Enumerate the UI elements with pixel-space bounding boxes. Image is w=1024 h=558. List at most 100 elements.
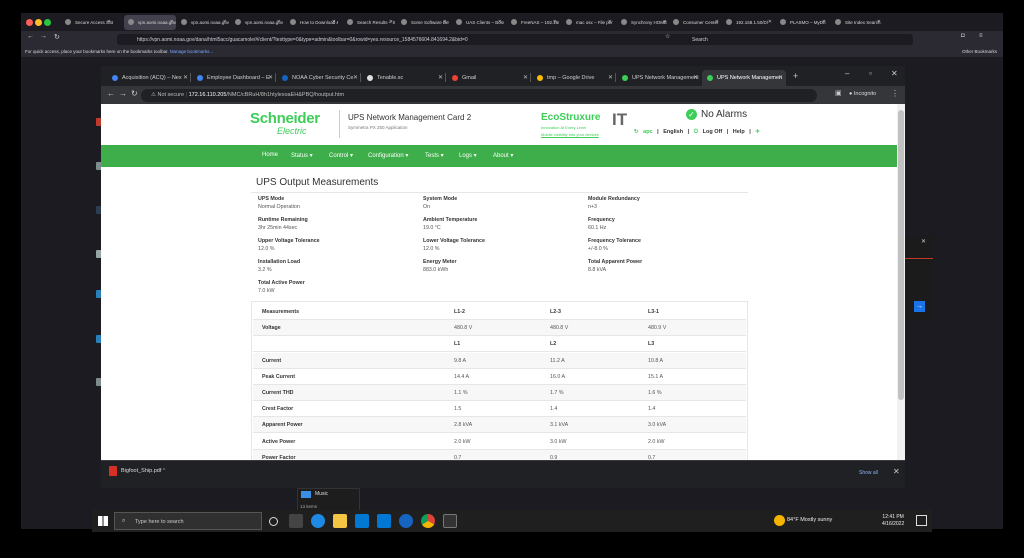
task-view-icon[interactable] xyxy=(289,514,303,528)
firefox-tab[interactable]: vpn.aomi.noaa.gov ✕ xyxy=(177,15,229,30)
close-tab-icon[interactable]: ✕ xyxy=(523,74,528,81)
close-window-icon[interactable] xyxy=(26,19,33,26)
ecostruxure-logo[interactable]: EcoStruxure xyxy=(541,112,600,123)
show-all-link[interactable]: Show all xyxy=(859,470,878,476)
music-thumbnail[interactable]: Music 13 items xyxy=(297,488,360,512)
close-tab-icon[interactable]: ✕ xyxy=(822,19,826,25)
firefox-tab[interactable]: Synchrony HOME ✕ xyxy=(617,15,669,30)
close-tab-icon[interactable]: ✕ xyxy=(663,19,667,25)
ie-icon[interactable] xyxy=(399,514,413,528)
chrome-menu-icon[interactable]: ⋮ xyxy=(891,89,899,98)
firefox-tab[interactable]: 192.168.1.50/Dl ✕ xyxy=(722,15,774,30)
firefox-tab[interactable]: UAS Clients – Boss ✕ xyxy=(452,15,504,30)
chrome-tab[interactable]: Tenable.sc ✕ xyxy=(362,70,446,86)
alarm-status[interactable]: No Alarms xyxy=(701,109,747,120)
schneider-logo[interactable]: Schneider xyxy=(250,110,320,127)
edge-icon[interactable] xyxy=(311,514,325,528)
menu-about[interactable]: About ▾ xyxy=(493,152,513,159)
clock[interactable]: 12:41 PM 4/16/2022 xyxy=(882,514,904,528)
forward-icon[interactable]: → xyxy=(40,33,47,40)
close-tab-icon[interactable]: ✕ xyxy=(693,74,698,81)
menu-status[interactable]: Status ▾ xyxy=(291,152,313,159)
close-tab-icon[interactable]: ✕ xyxy=(768,19,772,25)
minimize-icon[interactable]: – xyxy=(845,69,849,78)
ecostruxure-link[interactable]: Mobile visibility into your devices xyxy=(541,132,599,137)
chrome-icon[interactable] xyxy=(421,514,435,528)
reload-icon[interactable]: ↻ xyxy=(54,33,60,41)
cortana-icon[interactable] xyxy=(269,517,278,526)
firefox-tab[interactable]: PLASMO – MyDri ✕ xyxy=(776,15,828,30)
close-icon[interactable]: ✕ xyxy=(921,238,926,245)
page-scrollbar[interactable] xyxy=(897,104,905,460)
close-tab-icon[interactable]: ✕ xyxy=(332,19,336,25)
close-tab-icon[interactable]: ✕ xyxy=(778,74,783,81)
close-tab-icon[interactable]: ✕ xyxy=(170,19,174,25)
firefox-tab[interactable]: vpn.aomi.noaa.gov/✕ xyxy=(124,15,176,30)
chrome-tab[interactable]: UPS Network Management ✕ xyxy=(617,70,701,86)
close-tab-icon[interactable]: ✕ xyxy=(277,19,281,25)
minimize-window-icon[interactable] xyxy=(35,19,42,26)
chrome-tab[interactable]: Employee Dashboard – E ✕ xyxy=(192,70,276,86)
chrome-tab[interactable]: tmp – Google Drive ✕ xyxy=(532,70,616,86)
close-icon[interactable]: ✕ xyxy=(893,467,900,476)
refresh-icon[interactable]: ↻ xyxy=(634,129,639,135)
reload-icon[interactable]: ↻ xyxy=(131,89,138,98)
help-link[interactable]: Help xyxy=(733,129,745,135)
chevron-up-icon[interactable]: ^ xyxy=(163,468,166,474)
firefox-tab[interactable]: Search Results – Ser✕ xyxy=(343,15,395,30)
firefox-search-field[interactable]: Search xyxy=(678,34,913,45)
forward-icon[interactable]: → xyxy=(119,89,127,98)
firefox-tab[interactable]: How to Download & K✕ xyxy=(286,15,338,30)
close-tab-icon[interactable]: ✕ xyxy=(608,74,613,81)
menu-configuration[interactable]: Configuration ▾ xyxy=(368,152,408,159)
close-tab-icon[interactable]: ✕ xyxy=(443,19,447,25)
chrome-tab[interactable]: NOAA Cyber Security Ce ✕ xyxy=(277,70,361,86)
bookmark-star-icon[interactable]: ☆ xyxy=(665,33,670,40)
file-explorer-icon[interactable] xyxy=(333,514,347,528)
download-item[interactable]: Bigfoot_Ship.pdf ^ xyxy=(109,466,166,476)
tab-search-icon[interactable]: ▣ xyxy=(835,89,842,97)
chrome-tab[interactable]: UPS Network Managemen ✕ xyxy=(702,70,786,86)
pin-icon[interactable]: ✈ xyxy=(755,129,760,135)
notifications-icon[interactable] xyxy=(916,515,927,526)
firefox-tab[interactable]: Site Index Search ✕ xyxy=(831,15,883,30)
firefox-tab[interactable]: vpn.aomi.noaa.gov ✕ xyxy=(231,15,283,30)
pocket-icon[interactable]: ◘ xyxy=(961,33,965,39)
close-tab-icon[interactable]: ✕ xyxy=(553,19,557,25)
new-tab-button[interactable]: + xyxy=(793,71,798,81)
close-tab-icon[interactable]: ✕ xyxy=(107,19,111,25)
close-tab-icon[interactable]: ✕ xyxy=(389,19,393,25)
close-tab-icon[interactable]: ✕ xyxy=(877,19,881,25)
firefox-tab[interactable]: Some Software Beta D✕ xyxy=(397,15,449,30)
mail-icon[interactable] xyxy=(377,514,391,528)
firefox-tab[interactable]: FreeNAS – 192.168 ✕ xyxy=(507,15,559,30)
scrollbar-thumb[interactable] xyxy=(898,110,904,400)
manage-bookmarks-link[interactable]: Manage bookmarks... xyxy=(170,49,213,54)
menu-tests[interactable]: Tests ▾ xyxy=(425,152,444,159)
chrome-tab[interactable]: Gmail ✕ xyxy=(447,70,531,86)
chrome-url-bar[interactable]: ⚠ Not secure | 172.16.110.205/NMC/cBRuH/… xyxy=(141,89,817,102)
menu-icon[interactable]: ≡ xyxy=(979,33,983,39)
menu-home[interactable]: Home xyxy=(262,152,278,158)
close-tab-icon[interactable]: ✕ xyxy=(268,74,273,81)
other-bookmarks[interactable]: Other Bookmarks xyxy=(962,49,997,54)
close-tab-icon[interactable]: ✕ xyxy=(183,74,188,81)
back-icon[interactable]: ← xyxy=(107,89,115,98)
back-icon[interactable]: ← xyxy=(27,33,34,40)
weather[interactable]: 84°F Mostly sunny xyxy=(787,517,832,523)
firefox-tab[interactable]: mac osx – File per ✕ xyxy=(562,15,614,30)
firefox-tab[interactable]: Consumer Center ✕ xyxy=(669,15,721,30)
incognito-indicator[interactable]: ● Incognito xyxy=(849,91,876,97)
app-icon[interactable] xyxy=(443,514,457,528)
menu-logs[interactable]: Logs ▾ xyxy=(459,152,477,159)
chrome-tab[interactable]: Acquisition (ACQ) – Nex ✕ xyxy=(107,70,191,86)
firefox-url-bar[interactable]: https://vpn.aomi.noaa.gov/dana/html5acc/… xyxy=(117,34,701,45)
close-icon[interactable]: ✕ xyxy=(891,69,898,78)
arrow-right-icon[interactable]: → xyxy=(914,301,925,312)
close-tab-icon[interactable]: ✕ xyxy=(498,19,502,25)
restore-icon[interactable]: ▫ xyxy=(869,69,872,78)
windows-start-icon[interactable] xyxy=(98,516,108,526)
taskbar-search[interactable]: ⌕ Type here to search xyxy=(114,512,262,530)
close-tab-icon[interactable]: ✕ xyxy=(353,74,358,81)
store-icon[interactable] xyxy=(355,514,369,528)
